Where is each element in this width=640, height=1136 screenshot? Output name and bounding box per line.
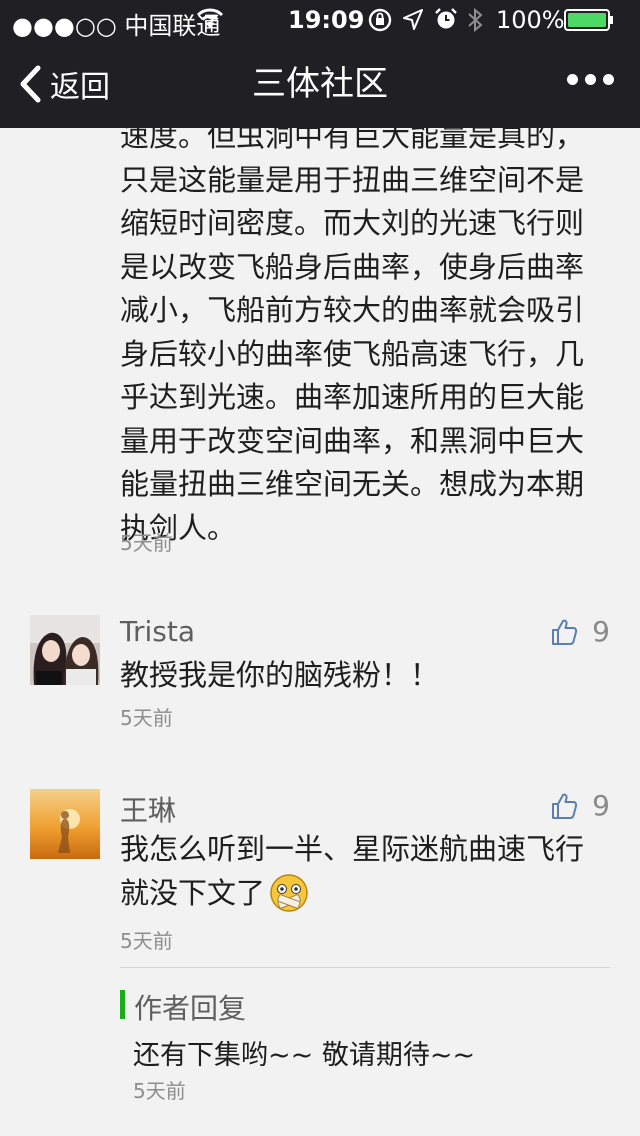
comment-text: 教授我是你的脑残粉！！ (120, 658, 440, 692)
status-bar: ●●●○○ 中国联通 19:09 100% (0, 0, 640, 40)
thumbs-up-icon (552, 619, 578, 645)
commenter-name[interactable]: Trista (120, 615, 195, 648)
reply-label: 作者回复 (134, 992, 247, 1025)
reply-text: 还有下集哟~~ 敬请期待~~ (133, 1040, 476, 1071)
comment-time: 5天前 (120, 929, 173, 953)
comment-list[interactable]: 速度。但虫洞中有巨大能量是真的， 只是这能量是用于扭曲三维空间不是 缩短时间密度… (0, 128, 640, 1136)
like-button[interactable]: 9 (550, 789, 610, 822)
battery-icon (564, 9, 614, 37)
bluetooth-icon (466, 7, 484, 39)
more-dot (603, 74, 614, 85)
like-count: 9 (592, 789, 610, 822)
navigation-bar: 返回 三体社区 (0, 40, 640, 128)
comment-text: 我怎么听到一半、星际迷航曲速飞行 就没下文了 (120, 828, 610, 915)
comment-time: 5天前 (120, 706, 173, 730)
emoji-sealed-lips-icon (269, 873, 309, 913)
avatar[interactable] (30, 615, 100, 685)
page-title: 三体社区 (252, 64, 388, 104)
thumbs-up-icon (552, 793, 578, 819)
alarm-icon (434, 7, 458, 37)
like-count: 9 (592, 615, 610, 648)
clock: 19:09 (288, 6, 365, 34)
carrier-signal: ●●●○○ 中国联通 (12, 12, 221, 40)
comment-text: 速度。但虫洞中有巨大能量是真的， 只是这能量是用于扭曲三维空间不是 缩短时间密度… (120, 128, 585, 545)
reply-accent-bar (120, 990, 125, 1019)
more-dot (567, 74, 578, 85)
more-options-button[interactable] (567, 74, 614, 85)
rotation-lock-icon (367, 8, 393, 38)
reply-time: 5天前 (133, 1079, 186, 1103)
location-icon (402, 8, 424, 38)
battery-percent: 100% (496, 6, 565, 34)
wifi-icon (196, 7, 224, 35)
like-button[interactable]: 9 (550, 615, 610, 648)
commenter-name[interactable]: 王琳 (120, 789, 176, 829)
comment-time: 5天前 (120, 531, 173, 555)
avatar[interactable] (30, 789, 100, 859)
more-dot (585, 74, 596, 85)
divider (120, 967, 610, 968)
